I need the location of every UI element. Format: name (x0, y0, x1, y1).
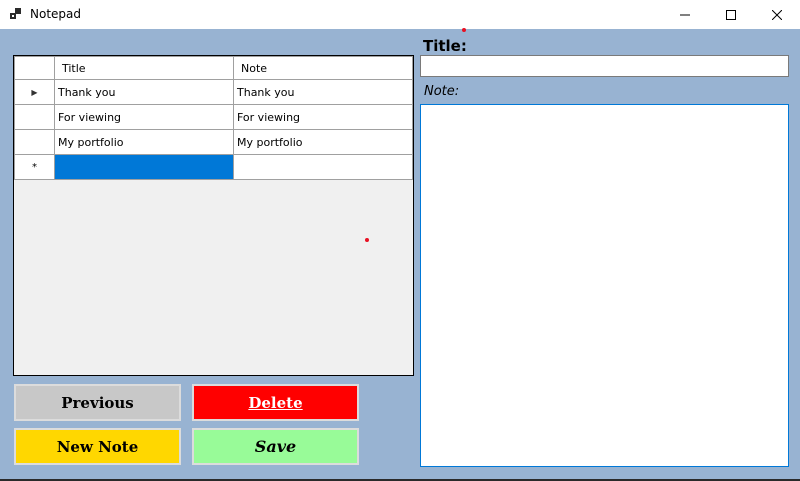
title-label: Title: (423, 37, 467, 55)
new-row[interactable]: * (14, 154, 413, 180)
red-dot-marker (365, 238, 369, 242)
grid-corner-header[interactable] (14, 56, 55, 80)
delete-button[interactable]: Delete (192, 384, 359, 421)
close-icon (772, 9, 782, 20)
new-row-title-cell-selected[interactable] (54, 154, 234, 180)
red-dot-marker (462, 28, 466, 32)
maximize-button[interactable] (708, 0, 754, 29)
cell-title[interactable]: My portfolio (54, 129, 234, 155)
new-row-asterisk-icon[interactable]: * (14, 154, 55, 180)
column-header-title[interactable]: Title (54, 56, 234, 80)
save-button[interactable]: Save (192, 428, 359, 465)
cell-title[interactable]: Thank you (54, 79, 234, 105)
minimize-icon (680, 14, 690, 15)
note-textarea[interactable] (420, 104, 789, 467)
window-title: Notepad (30, 7, 81, 21)
new-note-button[interactable]: New Note (14, 428, 181, 465)
table-row[interactable]: My portfolio My portfolio (14, 129, 413, 155)
grid-header-row: Title Note (14, 56, 413, 80)
cell-note[interactable]: Thank you (233, 79, 413, 105)
row-header-current-icon[interactable]: ▶ (14, 79, 55, 105)
app-icon (10, 8, 21, 19)
title-input[interactable] (420, 55, 789, 77)
table-row[interactable]: For viewing For viewing (14, 104, 413, 130)
note-label: Note: (424, 84, 460, 99)
new-row-note-cell[interactable] (233, 154, 413, 180)
minimize-button[interactable] (662, 0, 708, 29)
cell-note[interactable]: For viewing (233, 104, 413, 130)
cell-title[interactable]: For viewing (54, 104, 234, 130)
table-row[interactable]: ▶ Thank you Thank you (14, 79, 413, 105)
previous-button[interactable]: Previous (14, 384, 181, 421)
title-bar: Notepad (0, 0, 800, 29)
notes-grid[interactable]: Title Note ▶ Thank you Thank you For vie… (13, 55, 414, 376)
maximize-icon (726, 9, 736, 20)
notes-table: Title Note ▶ Thank you Thank you For vie… (14, 56, 413, 180)
column-header-note[interactable]: Note (233, 56, 413, 80)
close-button[interactable] (754, 0, 800, 29)
row-header[interactable] (14, 129, 55, 155)
cell-note[interactable]: My portfolio (233, 129, 413, 155)
row-header[interactable] (14, 104, 55, 130)
